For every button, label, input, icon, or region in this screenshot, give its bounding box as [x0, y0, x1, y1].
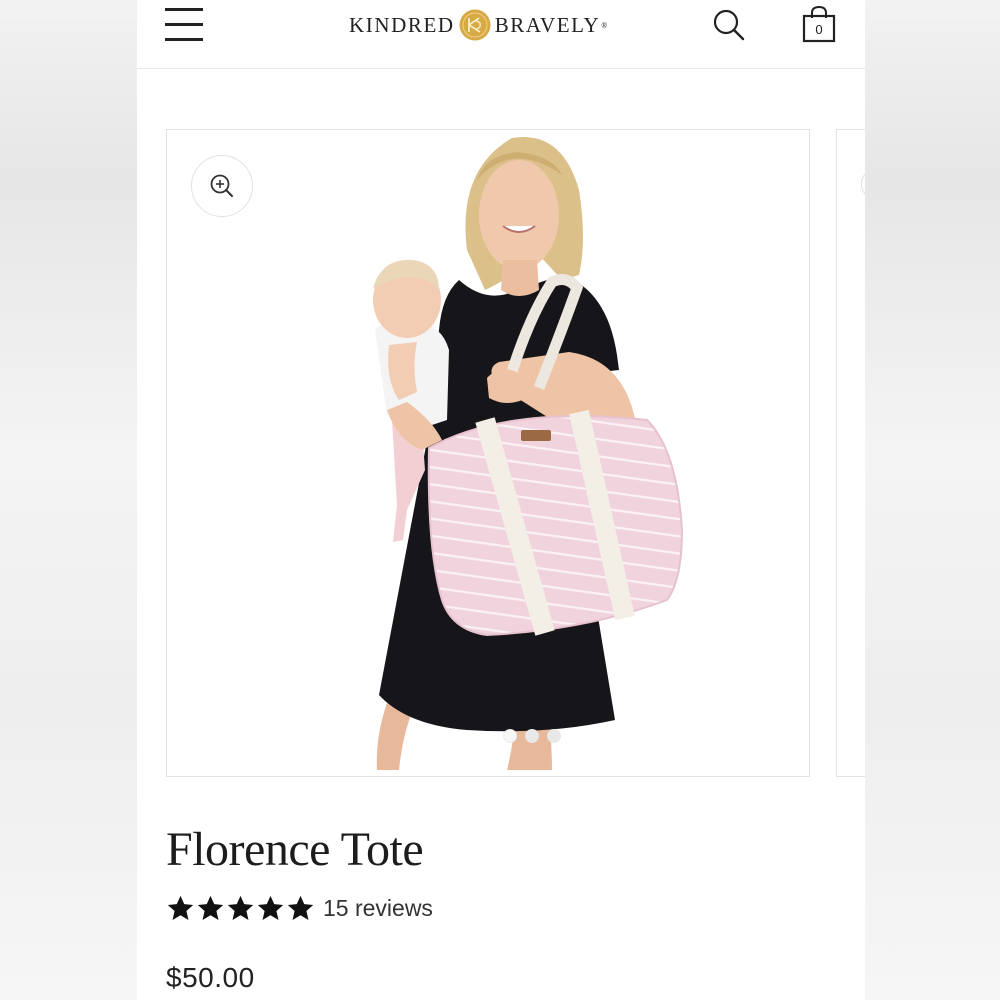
next-gallery-slide[interactable] [836, 129, 865, 777]
product-price: $50.00 [166, 962, 255, 993]
mobile-page: KINDRED BRAVELY ® 0 Florence Tote 15 rev… [137, 0, 865, 1000]
search-icon [713, 9, 745, 41]
star-icon [167, 895, 194, 920]
hamburger-icon-line [165, 38, 203, 41]
gallery-pagination [503, 729, 561, 743]
brand-logo[interactable]: KINDRED BRAVELY ® [349, 9, 609, 41]
star-icon [257, 895, 284, 920]
product-rating[interactable]: 15 reviews [166, 894, 433, 923]
star-rating [166, 894, 315, 923]
search-button[interactable] [712, 8, 746, 42]
site-header: KINDRED BRAVELY ® 0 [137, 0, 865, 69]
star-icon [227, 895, 254, 920]
cart-button[interactable]: 0 [801, 5, 837, 43]
star-icon [197, 895, 224, 920]
brand-name-left: KINDRED [349, 12, 455, 37]
product-image-gallery[interactable] [166, 129, 810, 777]
product-title: Florence Tote [166, 823, 424, 876]
hamburger-icon-line [165, 23, 203, 26]
zoom-in-icon [210, 174, 233, 197]
menu-button[interactable] [165, 6, 203, 42]
reviews-link[interactable]: 15 reviews [323, 895, 433, 922]
cart-count-badge: 0 [815, 22, 823, 37]
gallery-dot[interactable] [525, 729, 539, 743]
product-photo[interactable] [167, 130, 809, 776]
gallery-dot[interactable] [503, 729, 517, 743]
brand-registered-mark: ® [601, 20, 609, 30]
next-slide-zoom-edge [861, 168, 865, 200]
hamburger-icon [165, 8, 203, 11]
logo-mark-icon [459, 9, 491, 41]
brand-name-right: BRAVELY [494, 12, 601, 37]
star-icon [287, 895, 314, 920]
zoom-button[interactable] [191, 155, 253, 217]
gallery-dot[interactable] [547, 729, 561, 743]
